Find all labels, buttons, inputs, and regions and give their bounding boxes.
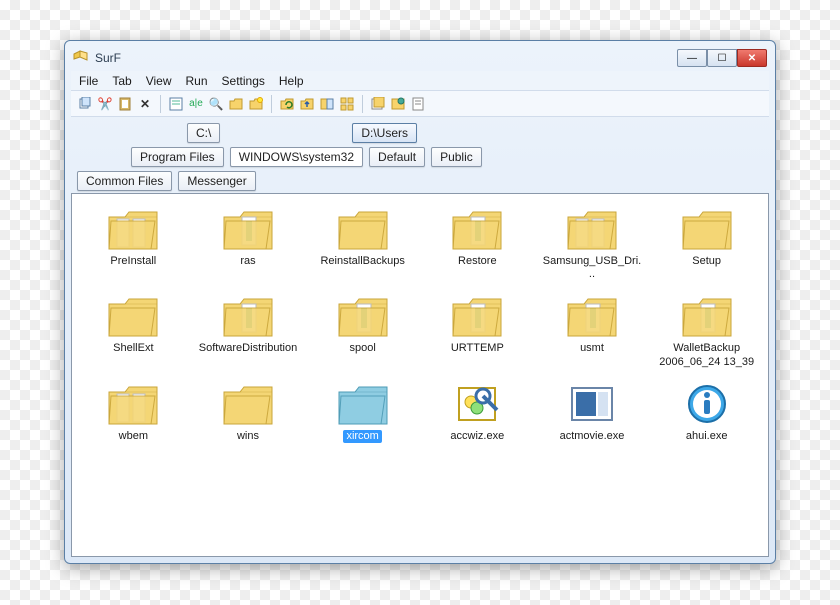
view-dual-icon[interactable] — [319, 96, 335, 112]
file-label: spool — [350, 342, 376, 355]
options-icon[interactable] — [410, 96, 426, 112]
properties-icon[interactable] — [168, 96, 184, 112]
folder-icon — [221, 381, 275, 427]
file-label: URTTEMP — [451, 342, 504, 355]
menu-file[interactable]: File — [79, 74, 98, 88]
exe-icon — [450, 381, 504, 427]
maximize-button[interactable]: ☐ — [707, 49, 737, 67]
file-item[interactable]: actmovie.exe — [535, 377, 650, 447]
file-item[interactable]: ShellExt — [76, 289, 191, 372]
file-item[interactable]: URTTEMP — [420, 289, 535, 372]
file-item[interactable]: Samsung_USB_Dri... — [535, 202, 650, 285]
delete-icon[interactable]: ✕ — [137, 96, 153, 112]
separator-icon — [362, 95, 363, 113]
folder-icon — [106, 206, 160, 252]
window-title: SurF — [95, 51, 677, 65]
file-item[interactable]: PreInstall — [76, 202, 191, 285]
file-label: Samsung_USB_Dri... — [542, 255, 642, 281]
menu-tab[interactable]: Tab — [112, 74, 131, 88]
menu-help[interactable]: Help — [279, 74, 304, 88]
folder-icon — [221, 206, 275, 252]
new-folder-star-icon[interactable] — [248, 96, 264, 112]
window-controls: — ☐ ✕ — [677, 49, 767, 67]
file-item[interactable]: ReinstallBackups — [305, 202, 420, 285]
file-item[interactable]: spool — [305, 289, 420, 372]
exe-icon — [565, 381, 619, 427]
file-item[interactable]: Setup — [649, 202, 764, 285]
file-label: Restore — [458, 255, 497, 268]
file-item[interactable]: wins — [191, 377, 306, 447]
file-label: usmt — [580, 342, 604, 355]
file-label: Setup — [692, 255, 721, 268]
history-icon[interactable] — [370, 96, 386, 112]
toolbar: ✂️ ✕ a|e 🔍 — [71, 91, 769, 117]
file-label: actmovie.exe — [560, 430, 625, 443]
app-icon — [73, 50, 89, 66]
paste-icon[interactable] — [117, 96, 133, 112]
menu-view[interactable]: View — [146, 74, 172, 88]
tab-tree: C:\ D:\Users Program Files WINDOWS\syste… — [71, 117, 769, 193]
file-item[interactable]: accwiz.exe — [420, 377, 535, 447]
titlebar: SurF — ☐ ✕ — [71, 47, 769, 69]
folder-icon — [221, 293, 275, 339]
tab-messenger[interactable]: Messenger — [178, 171, 255, 191]
tab-program-files[interactable]: Program Files — [131, 147, 224, 167]
separator-icon — [271, 95, 272, 113]
file-label: ras — [240, 255, 255, 268]
file-label: ReinstallBackups — [320, 255, 404, 268]
file-item[interactable]: Restore — [420, 202, 535, 285]
menu-run[interactable]: Run — [186, 74, 208, 88]
file-label: xircom — [343, 430, 381, 443]
file-item[interactable]: WalletBackup 2006_06_24 13_39 — [649, 289, 764, 372]
folder-icon — [336, 206, 390, 252]
file-item[interactable]: SoftwareDistribution — [191, 289, 306, 372]
tab-public[interactable]: Public — [431, 147, 482, 167]
tab-default[interactable]: Default — [369, 147, 425, 167]
folder-icon — [680, 206, 734, 252]
file-label: wbem — [119, 430, 148, 443]
search-icon[interactable]: 🔍 — [208, 96, 224, 112]
rename-icon[interactable]: a|e — [188, 96, 204, 112]
file-label: ShellExt — [113, 342, 153, 355]
file-label: SoftwareDistribution — [199, 342, 297, 355]
file-item[interactable]: ahui.exe — [649, 377, 764, 447]
file-list[interactable]: PreInstall ras ReinstallBackups Restore … — [71, 193, 769, 557]
file-label: WalletBackup 2006_06_24 13_39 — [657, 342, 757, 368]
folder-icon — [106, 381, 160, 427]
copy-icon[interactable] — [77, 96, 93, 112]
folder-icon — [450, 293, 504, 339]
folder-icon — [565, 206, 619, 252]
folder-icon — [336, 381, 390, 427]
tab-c-drive[interactable]: C:\ — [187, 123, 220, 143]
file-label: ahui.exe — [686, 430, 728, 443]
file-item[interactable]: usmt — [535, 289, 650, 372]
folder-icon — [450, 206, 504, 252]
exe-icon — [680, 381, 734, 427]
folder-icon — [106, 293, 160, 339]
folder-icon — [336, 293, 390, 339]
refresh-icon[interactable] — [279, 96, 295, 112]
file-label: wins — [237, 430, 259, 443]
close-button[interactable]: ✕ — [737, 49, 767, 67]
new-folder-icon[interactable] — [228, 96, 244, 112]
file-item[interactable]: ras — [191, 202, 306, 285]
minimize-button[interactable]: — — [677, 49, 707, 67]
favorites-icon[interactable] — [390, 96, 406, 112]
menu-settings[interactable]: Settings — [222, 74, 265, 88]
file-label: PreInstall — [110, 255, 156, 268]
folder-icon — [680, 293, 734, 339]
view-thumbs-icon[interactable] — [339, 96, 355, 112]
separator-icon — [160, 95, 161, 113]
up-icon[interactable] — [299, 96, 315, 112]
tab-d-users[interactable]: D:\Users — [352, 123, 417, 143]
menubar: File Tab View Run Settings Help — [71, 71, 769, 91]
folder-icon — [565, 293, 619, 339]
file-item[interactable]: wbem — [76, 377, 191, 447]
file-label: accwiz.exe — [450, 430, 504, 443]
tab-windows-system32[interactable]: WINDOWS\system32 — [230, 147, 363, 167]
app-window: SurF — ☐ ✕ File Tab View Run Settings He… — [64, 40, 776, 564]
cut-icon[interactable]: ✂️ — [97, 96, 113, 112]
tab-common-files[interactable]: Common Files — [77, 171, 172, 191]
file-item[interactable]: xircom — [305, 377, 420, 447]
